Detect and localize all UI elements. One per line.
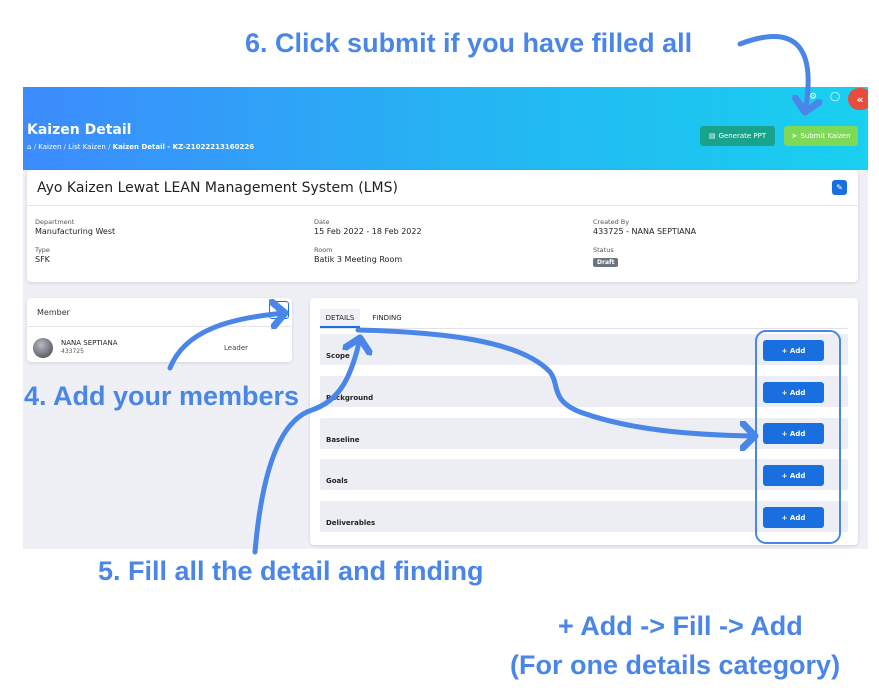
annotation-step-4: 4. Add your members xyxy=(24,381,300,411)
highlight-add-buttons xyxy=(755,330,841,544)
annotation-flow-line-1: + Add -> Fill -> Add xyxy=(558,611,803,641)
annotation-flow-line-2: (For one details category) xyxy=(510,650,841,680)
annotation-step-5: 5. Fill all the detail and finding xyxy=(98,556,484,586)
arrow-step-5 xyxy=(252,338,360,555)
arrow-tab-to-add xyxy=(355,327,755,436)
arrow-step-4 xyxy=(167,313,285,371)
annotation-arrows xyxy=(167,34,841,555)
arrow-step-6 xyxy=(737,34,808,112)
